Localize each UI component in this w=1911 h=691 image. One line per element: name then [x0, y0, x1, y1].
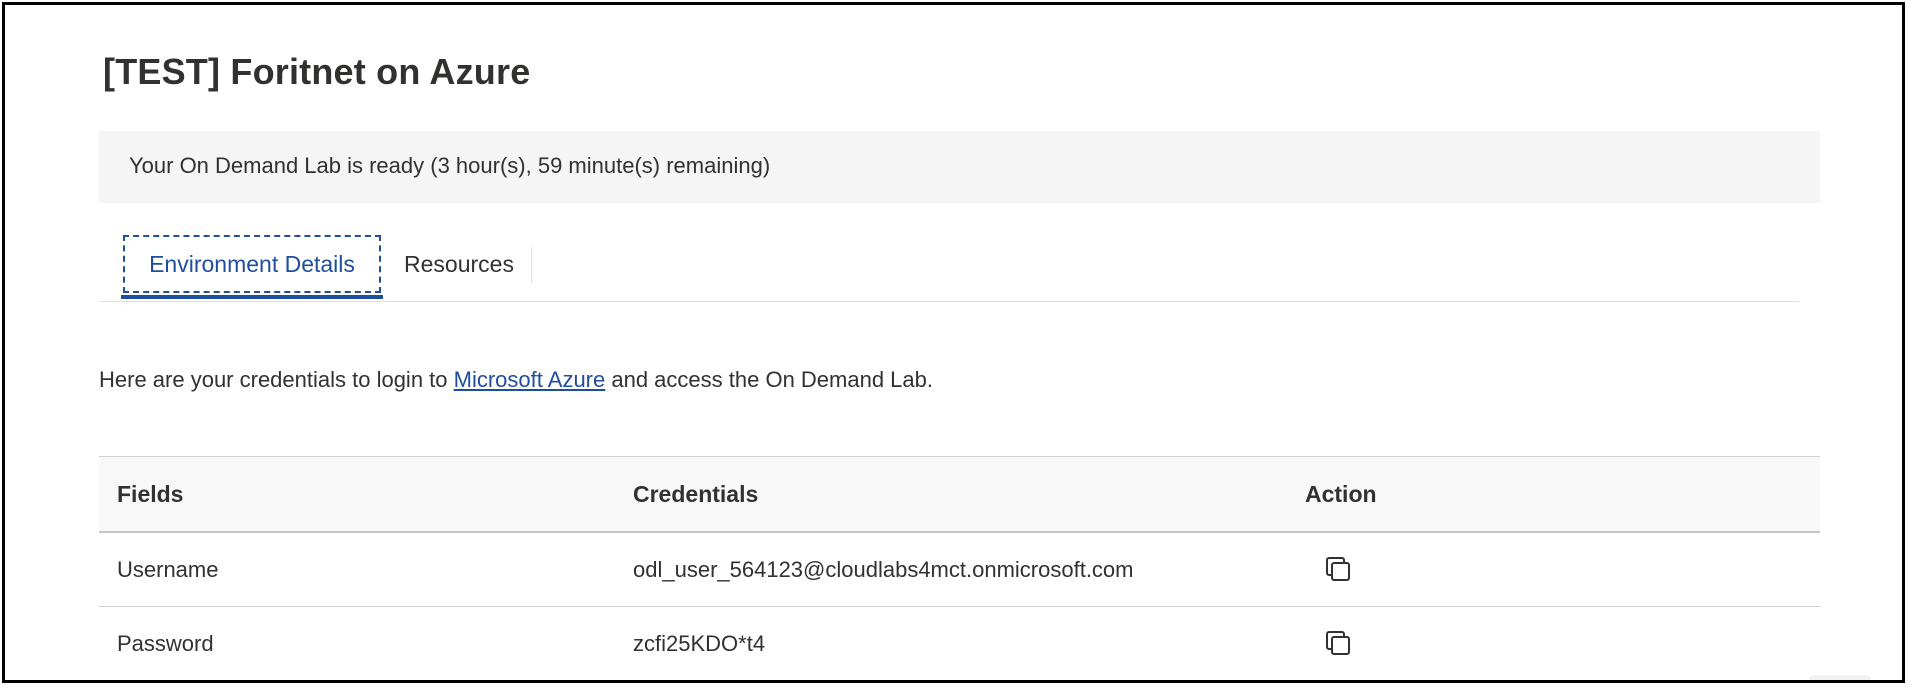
- copy-username-button[interactable]: [1323, 554, 1353, 584]
- intro-text: Here are your credentials to login to Mi…: [99, 367, 933, 393]
- scroll-to-top-button[interactable]: [1809, 675, 1871, 680]
- header-fields: Fields: [117, 481, 184, 507]
- copy-icon: [1326, 631, 1350, 655]
- active-tab-indicator: [121, 295, 383, 299]
- username-value: odl_user_564123@cloudlabs4mct.onmicrosof…: [633, 557, 1134, 582]
- microsoft-azure-link[interactable]: Microsoft Azure: [454, 367, 606, 392]
- copy-password-button[interactable]: [1323, 628, 1353, 658]
- username-label: Username: [117, 557, 219, 582]
- password-value: zcfi25KDO*t4: [633, 631, 766, 656]
- table-row-password: Password zcfi25KDO*t4: [99, 607, 1820, 680]
- header-credentials: Credentials: [633, 481, 759, 507]
- status-text: Your On Demand Lab is ready (3 hour(s), …: [129, 153, 771, 178]
- credentials-table: Fields Credentials Action Username odl_u…: [99, 456, 1820, 680]
- status-banner: Your On Demand Lab is ready (3 hour(s), …: [99, 131, 1820, 203]
- table-header: Fields Credentials Action: [99, 457, 1820, 533]
- tab-resources[interactable]: Resources: [399, 235, 519, 293]
- intro-suffix: and access the On Demand Lab.: [605, 367, 934, 392]
- header-action: Action: [1305, 481, 1377, 507]
- app-frame: [TEST] Foritnet on Azure Your On Demand …: [2, 2, 1905, 683]
- copy-icon: [1326, 557, 1350, 581]
- tab-divider: [531, 247, 532, 283]
- password-label: Password: [117, 631, 214, 656]
- tab-bar: Environment Details Resources: [99, 231, 1799, 302]
- table-row-username: Username odl_user_564123@cloudlabs4mct.o…: [99, 533, 1820, 607]
- intro-prefix: Here are your credentials to login to: [99, 367, 454, 392]
- page-title: [TEST] Foritnet on Azure: [103, 51, 531, 92]
- tab-environment-details[interactable]: Environment Details: [123, 235, 381, 293]
